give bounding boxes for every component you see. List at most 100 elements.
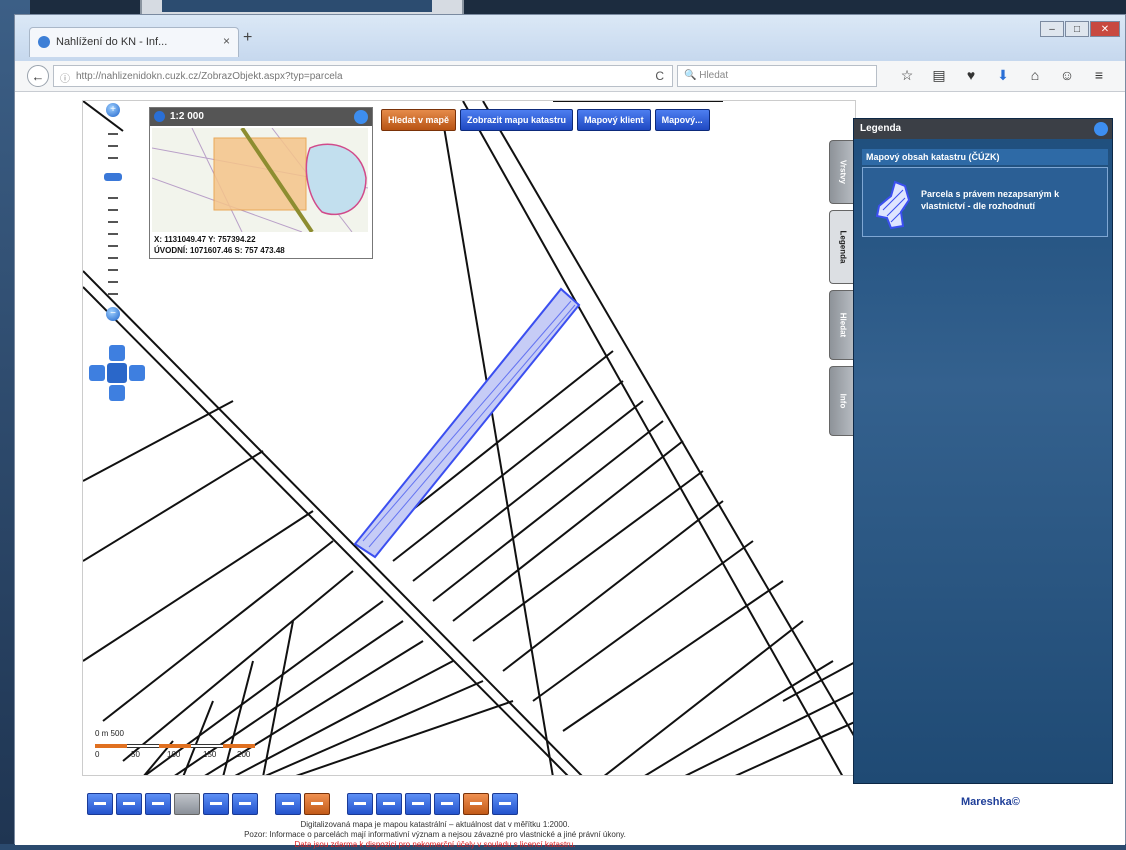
zoom-in-button[interactable]: +	[106, 103, 120, 117]
legend-item: Parcela s právem nezapsaným k vlastnictv…	[862, 167, 1108, 237]
download-icon[interactable]: ⬇	[987, 67, 1019, 84]
overview-icon	[154, 111, 165, 122]
zoom-tick	[108, 269, 118, 271]
pan-up-button[interactable]	[109, 345, 125, 361]
chat-icon[interactable]: ☺	[1051, 67, 1083, 83]
scale-tick-label: 100	[167, 750, 181, 759]
parcel-symbol-icon	[875, 180, 911, 230]
footer-line-1: Digitalizovaná mapa je mapou katastrální…	[300, 820, 570, 829]
zoom-tick	[108, 257, 118, 259]
bookmark-star-icon[interactable]: ☆	[891, 67, 923, 84]
scale-tick-label: 200	[237, 750, 251, 759]
show-cadastre-button[interactable]: Zobrazit mapu katastru	[460, 109, 574, 131]
overview-map[interactable]: 1:2 000 X: 1131049.47 Y: 757394.22 ÚVODN…	[149, 107, 373, 259]
browser-window: Nahlížení do KN - Inf... × + – □ ✕ ← ⓘ htt…	[14, 14, 1126, 849]
zoom-tick	[108, 197, 118, 199]
legend-section-title: Mapový obsah katastru (ČÚZK)	[862, 149, 1108, 165]
mareshka-brand[interactable]: Mareshka©	[961, 796, 1020, 808]
tool-zoom-in-button[interactable]	[87, 793, 113, 815]
background-window	[140, 0, 464, 14]
page-content: + − 1:2 000 X: 1131049.47 Y: 757394.22 Ú…	[15, 92, 1125, 849]
home-icon[interactable]: ⌂	[1019, 67, 1051, 83]
pan-left-button[interactable]	[89, 365, 105, 381]
coords-line-1: X: 1131049.47 Y: 757394.22	[154, 235, 256, 244]
back-button[interactable]: ←	[27, 65, 49, 87]
minimize-button[interactable]: –	[1040, 21, 1064, 37]
tab-info-label: Info	[838, 393, 847, 409]
overview-toggle-button[interactable]	[354, 110, 368, 124]
window-controls: – □ ✕	[1039, 19, 1121, 37]
overview-header: 1:2 000	[150, 108, 372, 126]
map-extra-button[interactable]: Mapový...	[654, 109, 710, 131]
page-footer: Digitalizovaná mapa je mapou katastrální…	[15, 820, 855, 850]
tool-measure-button[interactable]	[347, 793, 373, 815]
pan-right-button[interactable]	[129, 365, 145, 381]
title-bar: Nahlížení do KN - Inf... × + – □ ✕	[15, 15, 1125, 61]
legend-header: Legenda	[854, 119, 1112, 139]
tab-search-label: Hledat	[838, 312, 847, 338]
tab-info[interactable]: Info	[829, 366, 855, 436]
tab-layers[interactable]: Vrstvy	[829, 140, 855, 204]
tab-search[interactable]: Hledat	[829, 290, 855, 360]
tab-legend[interactable]: Legenda	[829, 210, 855, 284]
info-icon[interactable]: ⓘ	[60, 70, 70, 85]
legend-section-label: Mapový obsah katastru (ČÚZK)	[866, 152, 1000, 162]
coords-line-2: ÚVODNÍ: 1071607.46 S: 757 473.48	[154, 246, 285, 255]
tool-highlight-button[interactable]	[463, 793, 489, 815]
zoom-tick	[108, 209, 118, 211]
tool-pan-button[interactable]	[145, 793, 171, 815]
pocket-icon[interactable]: ♥	[955, 67, 987, 83]
close-window-button[interactable]: ✕	[1090, 21, 1120, 37]
site-favicon-icon	[38, 36, 50, 48]
pan-control[interactable]	[89, 345, 145, 401]
scale-tick-label: 0	[95, 750, 100, 759]
legend-item-text: Parcela s právem nezapsaným k vlastnictv…	[921, 189, 1060, 211]
overview-coordinates: X: 1131049.47 Y: 757394.22 ÚVODNÍ: 10716…	[154, 234, 285, 256]
tool-info-button[interactable]	[405, 793, 431, 815]
zoom-tick	[108, 293, 118, 295]
overview-drawing	[152, 128, 368, 232]
new-tab-button[interactable]: +	[243, 29, 252, 47]
menu-icon[interactable]: ≡	[1083, 67, 1115, 83]
map-toolbar	[87, 793, 521, 817]
tool-disabled-button[interactable]	[174, 793, 200, 815]
scale-segment	[223, 744, 255, 748]
tool-area-button[interactable]	[376, 793, 402, 815]
address-bar[interactable]: ⓘ http://nahlizenidokn.cuzk.cz/ZobrazObj…	[53, 65, 673, 87]
maximize-button[interactable]: □	[1065, 21, 1089, 37]
reading-list-icon[interactable]: ▤	[923, 67, 955, 84]
search-placeholder: 🔍 Hledat	[684, 70, 729, 81]
scale-segment	[95, 744, 127, 748]
reload-icon[interactable]: C	[655, 69, 664, 83]
search-input[interactable]: 🔍 Hledat	[677, 65, 877, 87]
tool-undo-button[interactable]	[275, 793, 301, 815]
zoom-tick	[108, 145, 118, 147]
zoom-slider-handle[interactable]	[104, 173, 122, 181]
tool-print-button[interactable]	[232, 793, 258, 815]
browser-tab[interactable]: Nahlížení do KN - Inf... ×	[29, 27, 239, 57]
overview-thumbnail[interactable]	[152, 128, 368, 232]
zoom-tick	[108, 133, 118, 135]
search-map-button[interactable]: Hledat v mapě	[381, 109, 457, 131]
tab-close-icon[interactable]: ×	[223, 34, 230, 48]
zoom-tick	[108, 245, 118, 247]
tool-export-button[interactable]	[492, 793, 518, 815]
tool-cancel-button[interactable]	[304, 793, 330, 815]
footer-line-2: Pozor: Informace o parcelách mají inform…	[244, 830, 626, 839]
tab-title: Nahlížení do KN - Inf...	[56, 36, 168, 48]
tool-window-button[interactable]	[203, 793, 229, 815]
tab-legend-label: Legenda	[838, 230, 847, 264]
cadastral-map[interactable]: + − 1:2 000 X: 1131049.47 Y: 757394.22 Ú…	[82, 100, 856, 776]
zoom-tick	[108, 233, 118, 235]
pan-center-button[interactable]	[107, 363, 127, 383]
tool-zoom-out-button[interactable]	[116, 793, 142, 815]
zoom-tick	[108, 281, 118, 283]
legend-panel: Legenda Mapový obsah katastru (ČÚZK) Par…	[853, 118, 1113, 784]
tool-point-button[interactable]	[434, 793, 460, 815]
map-client-button[interactable]: Mapový klient	[577, 109, 651, 131]
pan-down-button[interactable]	[109, 385, 125, 401]
scale-tick-label: 50	[131, 750, 140, 759]
legend-toggle-button[interactable]	[1094, 122, 1108, 136]
zoom-out-button[interactable]: −	[106, 307, 120, 321]
url-text: http://nahlizenidokn.cuzk.cz/ZobrazObjek…	[76, 71, 343, 82]
